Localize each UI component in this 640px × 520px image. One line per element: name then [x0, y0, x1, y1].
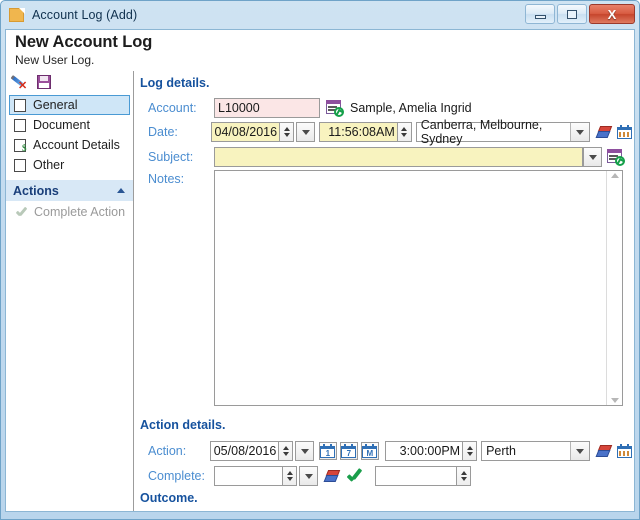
date-calendar-icon[interactable]	[617, 124, 633, 140]
complete-date-input[interactable]	[214, 466, 283, 486]
action-calendar-icon[interactable]	[616, 443, 633, 459]
chevron-down-icon[interactable]	[569, 442, 589, 460]
action-label: Action:	[148, 444, 187, 458]
time-input[interactable]: 11:56:08AM	[319, 122, 398, 142]
window-controls: X	[525, 4, 635, 24]
subject-lookup-icon[interactable]	[607, 149, 625, 166]
action-item-complete-action[interactable]: Complete Action	[6, 201, 133, 222]
timezone-value: Canberra, Melbourne, Sydney	[420, 118, 543, 146]
date-input[interactable]: 04/08/2016	[211, 122, 281, 142]
action-date-spinner[interactable]	[279, 441, 294, 461]
scroll-down-icon[interactable]	[610, 398, 619, 403]
complete-row: Complete:	[148, 466, 633, 486]
action-item-label: Complete Action	[34, 204, 126, 219]
sidebar-item-label: General	[33, 98, 78, 112]
date-spinner[interactable]	[280, 122, 295, 142]
close-button[interactable]: X	[589, 4, 635, 24]
account-input[interactable]: L10000	[214, 98, 320, 118]
sidebar-item-label: Account Details	[33, 138, 120, 152]
save-icon[interactable]	[36, 74, 53, 90]
date-label: Date:	[148, 125, 178, 139]
date-dropdown-button[interactable]	[296, 122, 316, 142]
date-eraser-icon[interactable]	[595, 125, 613, 140]
sidebar-toolbar: ✕	[6, 71, 133, 93]
notes-label: Notes:	[148, 172, 185, 186]
action-timezone-value: Perth	[486, 444, 516, 458]
sidebar-item-general[interactable]: General	[9, 95, 130, 115]
quick-button-label: 1	[325, 449, 331, 458]
discard-edit-icon[interactable]: ✕	[10, 74, 30, 92]
minimize-button[interactable]	[525, 4, 555, 24]
chevron-down-icon[interactable]	[570, 123, 589, 141]
sidebar-item-other[interactable]: Other	[9, 155, 130, 175]
action-time-spinner[interactable]	[463, 441, 478, 461]
notes-textarea[interactable]	[214, 170, 623, 406]
chevron-up-icon	[117, 188, 125, 193]
main-pane: Log details. Account: L10000 Sample, Ame…	[135, 71, 634, 511]
subject-label: Subject:	[148, 150, 194, 164]
page-title: New Account Log	[15, 33, 153, 51]
complete-time-input[interactable]	[375, 466, 457, 486]
complete-label: Complete:	[148, 469, 205, 483]
sidebar-item-document[interactable]: Document	[9, 115, 130, 135]
title-bar: Account Log (Add) X	[1, 1, 639, 29]
sidebar-item-account-details[interactable]: $ Account Details	[9, 135, 130, 155]
complete-time-spinner[interactable]	[457, 466, 471, 486]
client-area: New Account Log New User Log. ✕ General	[5, 29, 635, 512]
application-window: Account Log (Add) X New Account Log New …	[0, 0, 640, 520]
subject-input[interactable]	[214, 147, 583, 167]
complete-date-dropdown-button[interactable]	[299, 466, 318, 486]
action-details-title: Action details.	[140, 418, 226, 432]
actions-header-label: Actions	[13, 183, 59, 198]
account-display-name: Sample, Amelia Ingrid	[350, 101, 472, 115]
subject-row: Subject:	[148, 147, 633, 167]
action-timezone-combo[interactable]: Perth	[481, 441, 590, 461]
action-date-dropdown-button[interactable]	[295, 441, 315, 461]
action-row: Action: 05/08/2016 1 7 M 3:00:00PM Perth	[148, 441, 633, 461]
minimize-icon	[534, 14, 546, 19]
time-spinner[interactable]	[397, 122, 412, 142]
checkbox-icon	[14, 158, 26, 172]
calendar-plus-1-day-button[interactable]: 1	[319, 442, 338, 460]
calendar-plus-1-month-button[interactable]: M	[361, 442, 380, 460]
outcome-title: Outcome.	[140, 491, 198, 505]
quick-button-label: 7	[346, 449, 352, 458]
account-lookup-icon[interactable]	[326, 100, 344, 117]
complete-eraser-icon[interactable]	[323, 469, 341, 484]
checkbox-dollar-icon: $	[14, 138, 27, 152]
notes-scrollbar[interactable]	[606, 171, 622, 405]
page-header: New Account Log New User Log.	[6, 30, 634, 71]
green-check-icon[interactable]	[347, 469, 363, 483]
document-icon	[9, 8, 25, 22]
log-details-title: Log details.	[140, 76, 210, 90]
maximize-button[interactable]	[557, 4, 587, 24]
close-icon: X	[607, 6, 617, 22]
sidebar-item-label: Other	[33, 158, 65, 172]
page-subtitle: New User Log.	[15, 53, 95, 67]
date-row: Date: 04/08/2016 11:56:08AM Canberra, Me…	[148, 118, 633, 146]
quick-button-label: M	[366, 449, 374, 458]
sidebar-item-label: Document	[33, 118, 90, 132]
subject-dropdown-button[interactable]	[583, 147, 602, 167]
window-title: Account Log (Add)	[32, 8, 138, 22]
notes-text[interactable]	[215, 171, 606, 405]
sidebar-tab-list: General Document $ Account Details Other	[6, 93, 133, 175]
account-label: Account:	[148, 101, 197, 115]
check-icon	[15, 206, 28, 218]
account-row: Account: L10000 Sample, Amelia Ingrid	[148, 98, 633, 118]
checkbox-icon	[14, 118, 26, 132]
notes-label-wrap: Notes:	[148, 172, 214, 186]
action-eraser-icon[interactable]	[595, 444, 613, 459]
action-time-input[interactable]: 3:00:00PM	[385, 441, 464, 461]
scroll-up-icon[interactable]	[610, 173, 619, 178]
sidebar: ✕ General Document $ Account Details Oth…	[6, 71, 134, 511]
actions-section-header[interactable]: Actions	[6, 180, 133, 201]
action-date-input[interactable]: 05/08/2016	[210, 441, 280, 461]
calendar-plus-7-days-button[interactable]: 7	[340, 442, 359, 460]
complete-date-spinner[interactable]	[283, 466, 297, 486]
timezone-combo[interactable]: Canberra, Melbourne, Sydney	[415, 118, 590, 146]
checkbox-icon	[14, 98, 26, 112]
maximize-icon	[567, 9, 577, 19]
